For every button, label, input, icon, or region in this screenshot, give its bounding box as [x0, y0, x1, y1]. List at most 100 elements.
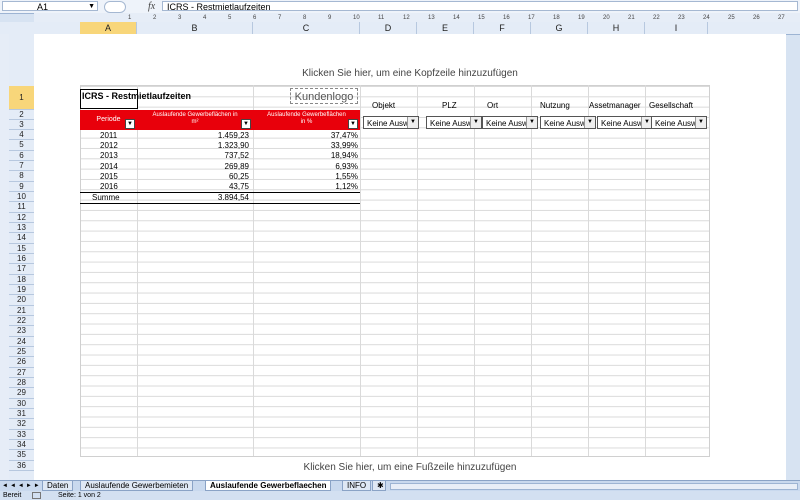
header-placeholder[interactable]: Klicken Sie hier, um eine Kopfzeile hinz… — [34, 68, 786, 79]
table-row: 2015 60,25 1,55% — [80, 172, 360, 182]
filter-dropdown-icon[interactable]: ▼ — [348, 119, 358, 129]
cell-area[interactable]: 269,89 — [225, 162, 249, 172]
cell-periode[interactable]: 2013 — [100, 151, 118, 161]
filter-select-nutzung[interactable]: Keine Auswahl ▼ — [540, 116, 596, 129]
horizontal-scrollbar[interactable] — [390, 483, 798, 490]
cell-percent[interactable]: 18,94% — [331, 151, 358, 161]
row-header-32[interactable]: 32 — [9, 419, 34, 430]
row-header-20[interactable]: 20 — [9, 295, 34, 306]
row-header-19[interactable]: 19 — [9, 285, 34, 296]
row-header-13[interactable]: 13 — [9, 223, 34, 234]
formula-cancel-button[interactable] — [104, 1, 126, 13]
cell-area[interactable]: 43,75 — [229, 182, 249, 192]
row-header-15[interactable]: 15 — [9, 244, 34, 254]
row-header-11[interactable]: 11 — [9, 202, 34, 213]
header-periode[interactable]: Periode ▼ — [80, 110, 137, 130]
row-header-10[interactable]: 10 — [9, 192, 34, 203]
cell-area[interactable]: 1.459,23 — [218, 131, 249, 141]
header-percent[interactable]: Auslaufende Gewerbeflächen in % ▼ — [253, 110, 360, 130]
cell-percent[interactable]: 1,55% — [335, 172, 358, 182]
row-header-24[interactable]: 24 — [9, 337, 34, 347]
column-header-i[interactable]: I — [645, 22, 708, 34]
row-header-7[interactable]: 7 — [9, 161, 34, 172]
row-header-21[interactable]: 21 — [9, 306, 34, 316]
row-header-8[interactable]: 8 — [9, 171, 34, 182]
cell-periode[interactable]: 2011 — [100, 131, 117, 141]
chevron-down-icon[interactable]: ▼ — [526, 117, 537, 128]
column-header-d[interactable]: D — [360, 22, 417, 34]
column-header-a[interactable]: A — [80, 22, 137, 34]
row-header-9[interactable]: 9 — [9, 182, 34, 192]
cell-area[interactable]: 60,25 — [229, 172, 249, 182]
column-header-b[interactable]: B — [137, 22, 253, 34]
ruler-tick: 23 — [678, 15, 685, 21]
fx-icon[interactable]: fx — [148, 0, 155, 13]
filter-select-assetmanager[interactable]: Keine Auswahl ▼ — [597, 116, 653, 129]
row-header-29[interactable]: 29 — [9, 388, 34, 399]
cell-percent[interactable]: 33,99% — [331, 141, 358, 151]
chevron-down-icon[interactable]: ▼ — [407, 117, 418, 128]
filter-select-ort[interactable]: Keine Auswahl ▼ — [482, 116, 538, 129]
row-header-34[interactable]: 34 — [9, 440, 34, 451]
formula-input[interactable]: ICRS - Restmietlaufzeiten — [162, 1, 798, 12]
cell-periode[interactable]: 2014 — [100, 162, 118, 172]
row-header-6[interactable]: 6 — [9, 151, 34, 161]
column-header-g[interactable]: G — [531, 22, 588, 34]
cell-percent[interactable]: 37,47% — [331, 131, 358, 141]
cell-periode[interactable]: 2012 — [100, 141, 118, 151]
column-header-f[interactable]: F — [474, 22, 531, 34]
filter-dropdown-icon[interactable]: ▼ — [241, 119, 251, 129]
name-box[interactable]: A1 ▼ — [2, 1, 98, 12]
row-header-27[interactable]: 27 — [9, 368, 34, 378]
sheet-tab-daten[interactable]: Daten — [42, 481, 74, 491]
sheet-tab-info[interactable]: INFO — [342, 481, 372, 491]
chevron-down-icon[interactable]: ▼ — [470, 117, 481, 128]
cell-percent[interactable]: 6,93% — [335, 162, 358, 172]
row-header-18[interactable]: 18 — [9, 275, 34, 285]
row-header-4[interactable]: 4 — [9, 130, 34, 141]
row-header-33[interactable]: 33 — [9, 430, 34, 440]
row-header-31[interactable]: 31 — [9, 409, 34, 420]
cell-periode[interactable]: 2015 — [100, 172, 118, 182]
filter-select-objekt[interactable]: Keine Auswahl ▼ — [363, 116, 419, 129]
row-header-2[interactable]: 2 — [9, 110, 34, 120]
row-header-25[interactable]: 25 — [9, 347, 34, 358]
filter-select-gesellschaft[interactable]: Keine Auswahl ▼ — [651, 116, 707, 129]
row-header-36[interactable]: 36 — [9, 461, 34, 471]
header-area[interactable]: Auslaufende Gewerbeflächen in m² ▼ — [137, 110, 253, 130]
row-header-23[interactable]: 23 — [9, 326, 34, 337]
chevron-down-icon[interactable]: ▼ — [584, 117, 595, 128]
sheet-tab-gewerbemieten[interactable]: Auslaufende Gewerbemieten — [80, 481, 194, 491]
column-header-h[interactable]: H — [588, 22, 645, 34]
macro-record-icon[interactable] — [32, 492, 41, 499]
pivot-header: Periode ▼ Auslaufende Gewerbeflächen in … — [80, 110, 360, 130]
row-header-28[interactable]: 28 — [9, 378, 34, 389]
column-header-e[interactable]: E — [417, 22, 474, 34]
row-header-3[interactable]: 3 — [9, 120, 34, 130]
chevron-down-icon[interactable]: ▼ — [695, 117, 706, 128]
cell-periode[interactable]: 2016 — [100, 182, 118, 192]
filter-select-plz[interactable]: Keine Auswahl ▼ — [426, 116, 482, 129]
row-header-26[interactable]: 26 — [9, 357, 34, 368]
page-layout-sheet[interactable]: Klicken Sie hier, um eine Kopfzeile hinz… — [34, 34, 786, 480]
column-header-c[interactable]: C — [253, 22, 360, 34]
header-label: Auslaufende Gewerbeflächen in % — [267, 112, 346, 125]
row-header-14[interactable]: 14 — [9, 233, 34, 244]
new-sheet-icon[interactable]: ✱ — [372, 481, 386, 491]
sheet-tab-gewerbeflaechen[interactable]: Auslaufende Gewerbeflaechen — [205, 481, 332, 491]
filter-dropdown-icon[interactable]: ▼ — [125, 119, 135, 129]
footer-placeholder[interactable]: Klicken Sie hier, um eine Fußzeile hinzu… — [34, 462, 786, 473]
row-header-5[interactable]: 5 — [9, 140, 34, 151]
cell-percent[interactable]: 1,12% — [335, 182, 358, 192]
cell-area[interactable]: 737,52 — [225, 151, 249, 161]
ruler-tick: 3 — [178, 15, 182, 21]
cell-area[interactable]: 1.323,90 — [218, 141, 249, 151]
chevron-down-icon[interactable]: ▼ — [88, 2, 95, 12]
row-header-1[interactable]: 1 — [9, 86, 34, 110]
row-header-17[interactable]: 17 — [9, 264, 34, 275]
row-header-16[interactable]: 16 — [9, 254, 34, 265]
row-header-35[interactable]: 35 — [9, 450, 34, 461]
row-header-30[interactable]: 30 — [9, 399, 34, 409]
row-header-22[interactable]: 22 — [9, 316, 34, 327]
row-header-12[interactable]: 12 — [9, 213, 34, 223]
